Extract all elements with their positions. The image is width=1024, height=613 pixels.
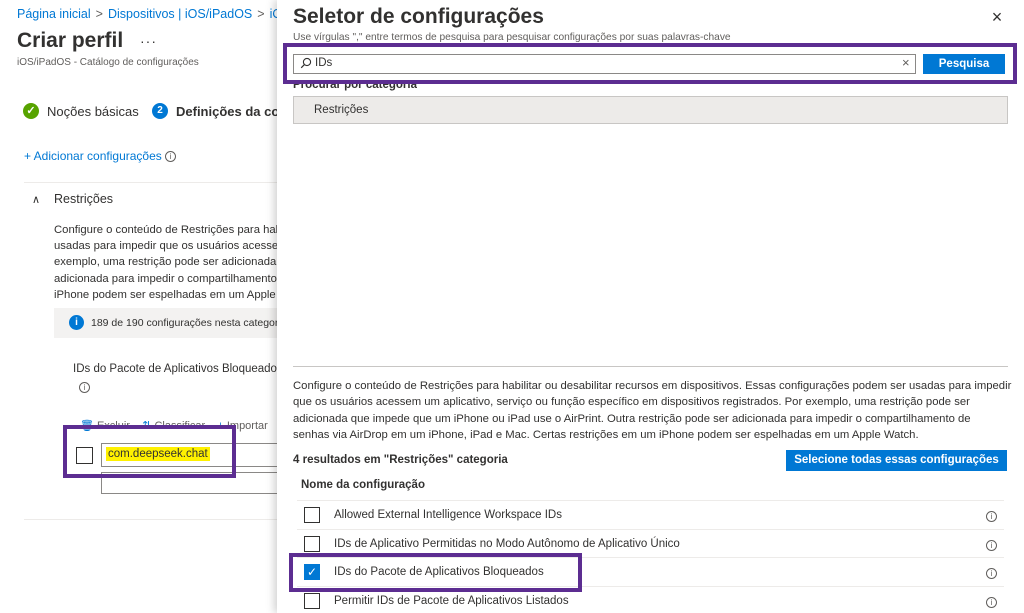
column-header-setting-name: Nome da configuração (301, 479, 425, 491)
result-count: 4 resultados em "Restrições" categoria (293, 454, 508, 466)
breadcrumb: Página inicial > Dispositivos | iOS/iPadOS… (17, 7, 290, 21)
checkbox[interactable] (304, 536, 320, 552)
divider (24, 519, 300, 520)
setting-bundle-ids-label: IDs do Pacote de Aplicativos Bloqueados (73, 363, 283, 375)
info-icon[interactable]: i (986, 566, 997, 580)
divider (293, 366, 1008, 367)
breadcrumb-home-link[interactable]: Página inicial (17, 7, 91, 21)
more-options-icon[interactable]: ··· (140, 33, 157, 49)
search-hint: Use vírgulas "," entre termos de pesquis… (293, 32, 731, 43)
info-icon[interactable]: i (986, 509, 997, 523)
checkbox[interactable] (304, 507, 320, 523)
breadcrumb-devices-link[interactable]: Dispositivos | iOS/iPadOS (108, 7, 252, 21)
info-icon[interactable]: i (79, 380, 90, 394)
category-tile-label: Restrições (314, 104, 369, 116)
select-all-button[interactable]: Selecione todas essas configurações (786, 450, 1007, 471)
highlight-annotation (63, 425, 236, 478)
desc-line: Configure o conteúdo de Restrições para … (54, 224, 300, 236)
step-complete-icon: ✓ (23, 103, 39, 119)
list-item[interactable]: Allowed External Intelligence Workspace … (297, 501, 1004, 529)
desc-line: iPhone podem ser espelhadas em um Apple … (54, 288, 300, 301)
settings-picker-panel: Seletor de configurações × Use vírgulas … (277, 0, 1024, 613)
divider (24, 182, 300, 183)
add-settings-link[interactable]: + Adicionar configurações i (24, 149, 177, 163)
add-settings-label[interactable]: + Adicionar configurações (24, 149, 162, 163)
desc-line: usadas para impedir que os usuários aces… (54, 240, 300, 253)
section-description: Configure o conteúdo de Restrições para … (54, 222, 300, 303)
step-basics-tab[interactable]: Noções básicas (47, 104, 139, 119)
page-title: Criar perfil (17, 29, 124, 52)
close-icon[interactable]: × (986, 6, 1008, 28)
highlight-annotation (283, 43, 1017, 84)
chevron-up-icon[interactable]: ∧ (32, 193, 40, 206)
desc-line: adicionada que impede que um iPhone ou i… (293, 412, 971, 425)
panel-title: Seletor de configurações (293, 5, 544, 28)
info-icon[interactable]: i (986, 595, 997, 609)
desc-line: que os usuários acessem um aplicativo, s… (293, 396, 970, 409)
info-filled-icon: i (69, 315, 84, 330)
info-icon[interactable]: i (986, 538, 997, 552)
step-number-icon: 2 (152, 103, 168, 119)
desc-line: exemplo, uma restrição pode ser adiciona… (54, 256, 300, 269)
desc-line: Configure o conteúdo de Restrições para … (293, 380, 1012, 392)
desc-line: adicionada para impedir o compartilhamen… (54, 272, 300, 285)
category-description: Configure o conteúdo de Restrições para … (293, 378, 1013, 444)
highlight-annotation (289, 553, 582, 592)
create-profile-page: Página inicial > Dispositivos | iOS/iPadOS… (0, 0, 300, 613)
section-restrictions-label[interactable]: Restrições (54, 192, 113, 206)
category-restrictions-tile[interactable] (293, 96, 1008, 124)
setting-label: Allowed External Intelligence Workspace … (334, 509, 562, 521)
setting-label: IDs de Aplicativo Permitidas no Modo Aut… (334, 538, 680, 550)
desc-line: senhas via AirDrop em um iPhone, iPad e … (293, 429, 919, 442)
setting-label: Permitir IDs de Pacote de Aplicativos Li… (334, 595, 569, 607)
checkbox[interactable] (304, 593, 320, 609)
page-subtitle: iOS/iPadOS - Catálogo de configurações (17, 57, 199, 68)
info-bar-text: 189 de 190 configurações nesta categoria… (91, 317, 300, 329)
info-icon[interactable]: i (165, 151, 177, 162)
